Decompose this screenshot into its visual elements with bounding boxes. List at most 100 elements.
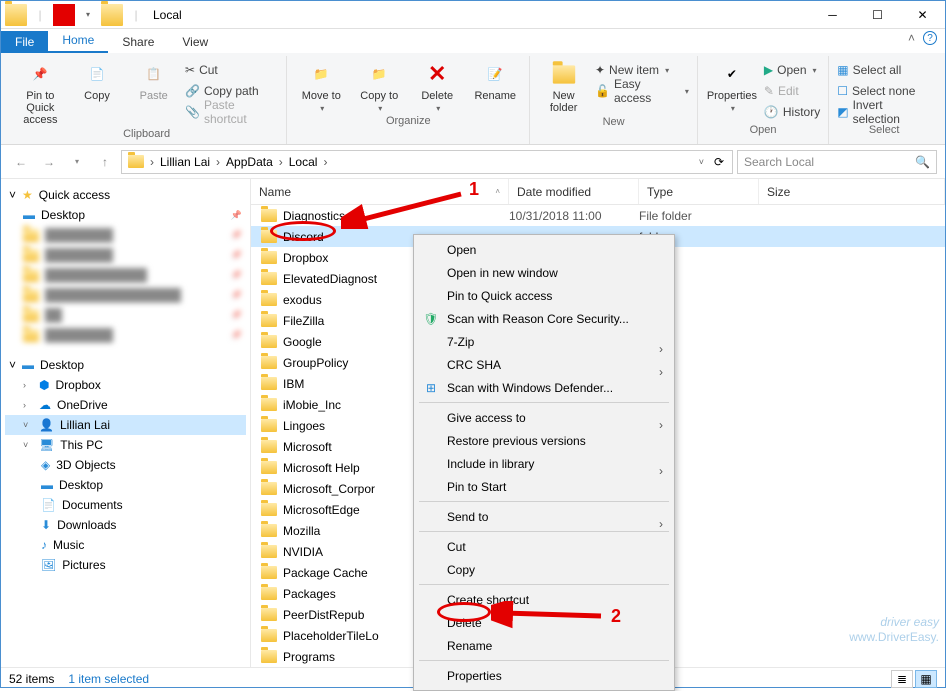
menu-item-crc-sha[interactable]: CRC SHA xyxy=(417,353,671,376)
menu-item-properties[interactable]: Properties xyxy=(417,664,671,687)
menu-item-pin-to-start[interactable]: Pin to Start xyxy=(417,475,671,498)
help-icon[interactable]: ? xyxy=(923,31,937,45)
nav-pinned-item[interactable]: ██ xyxy=(5,305,246,325)
paste-shortcut-button[interactable]: 📎Paste shortcut xyxy=(185,102,278,122)
pin-quick-access-button[interactable]: 📌Pin to Quick access xyxy=(15,58,66,126)
address-seg2[interactable]: AppData xyxy=(222,151,277,173)
address-seg1[interactable]: Lillian Lai xyxy=(156,151,214,173)
menu-item-copy[interactable]: Copy xyxy=(417,558,671,581)
refresh-button[interactable]: ⟳ xyxy=(708,151,730,173)
nav-pinned-item[interactable]: ████████ xyxy=(5,225,246,245)
address-dropdown-icon[interactable]: ˅ xyxy=(695,151,708,173)
qat-dropdown-icon[interactable]: ▾ xyxy=(77,4,99,26)
address-bar[interactable]: Lillian Lai AppData Local ˅ ⟳ xyxy=(121,150,733,174)
easy-access-button[interactable]: 🔓Easy access xyxy=(595,81,689,101)
address-root-icon[interactable] xyxy=(124,151,148,173)
tab-home[interactable]: Home xyxy=(48,29,108,53)
menu-item-rename[interactable]: Rename xyxy=(417,634,671,657)
nav-quick-access[interactable]: ˅★Quick access xyxy=(5,185,246,205)
edit-button[interactable]: ✎Edit xyxy=(764,81,820,101)
easyaccess-icon: 🔓 xyxy=(595,84,610,98)
nav-documents[interactable]: 📄Documents xyxy=(5,495,246,515)
folder-icon xyxy=(261,377,277,390)
selectnone-icon: ☐ xyxy=(837,84,848,98)
nav-pinned-desktop[interactable]: ▬Desktop xyxy=(5,205,246,225)
new-folder-button[interactable]: New folder xyxy=(538,58,589,114)
search-input[interactable]: Search Local 🔍 xyxy=(737,150,937,174)
copy-button[interactable]: 📄Copy xyxy=(72,58,123,102)
copy-to-button[interactable]: 📁Copy to xyxy=(353,58,405,113)
nav-dropbox[interactable]: ›⬢Dropbox xyxy=(5,375,246,395)
menu-item-send-to[interactable]: Send to xyxy=(417,505,671,528)
menu-item-include-in-library[interactable]: Include in library xyxy=(417,452,671,475)
file-name: Microsoft xyxy=(283,440,332,454)
history-button[interactable]: 🕐History xyxy=(764,102,820,122)
menu-item-7-zip[interactable]: 7-Zip xyxy=(417,330,671,353)
tab-share[interactable]: Share xyxy=(108,31,168,53)
nav-pictures[interactable]: 🖼Pictures xyxy=(5,555,246,575)
menu-item-create-shortcut[interactable]: Create shortcut xyxy=(417,588,671,611)
open-button[interactable]: ▶Open xyxy=(764,60,820,80)
properties-button[interactable]: ✔Properties xyxy=(706,58,758,113)
pc-icon: 🖥 xyxy=(39,438,54,452)
recent-dropdown[interactable]: ▾ xyxy=(65,150,89,174)
3d-icon: ◈ xyxy=(41,458,50,472)
folder-icon xyxy=(261,440,277,453)
nav-user-folder[interactable]: ˅👤Lillian Lai xyxy=(5,415,246,435)
history-icon: 🕐 xyxy=(764,105,779,119)
navigation-pane[interactable]: ˅★Quick access ▬Desktop ████████ ███████… xyxy=(1,179,251,667)
selectall-icon: ▦ xyxy=(837,63,848,77)
col-size[interactable]: Size xyxy=(759,179,945,204)
nav-music[interactable]: ♪Music xyxy=(5,535,246,555)
view-details-button[interactable]: ≣ xyxy=(891,670,913,688)
tab-file[interactable]: File xyxy=(1,31,48,53)
maximize-button[interactable]: ☐ xyxy=(855,1,900,29)
edit-icon: ✎ xyxy=(764,84,774,98)
nav-this-pc[interactable]: ˅🖥This PC xyxy=(5,435,246,455)
up-button[interactable]: ↑ xyxy=(93,150,117,174)
menu-item-open[interactable]: Open xyxy=(417,238,671,261)
menu-item-cut[interactable]: Cut xyxy=(417,535,671,558)
collapse-ribbon-icon[interactable]: ˄ xyxy=(908,31,915,45)
menu-item-pin-to-quick-access[interactable]: Pin to Quick access xyxy=(417,284,671,307)
forward-button[interactable]: → xyxy=(37,150,61,174)
nav-pinned-item[interactable]: ████████████████ xyxy=(5,285,246,305)
newitem-icon: ✦ xyxy=(595,63,605,77)
menu-item-delete[interactable]: Delete xyxy=(417,611,671,634)
back-button[interactable]: ← xyxy=(9,150,33,174)
address-seg3[interactable]: Local xyxy=(285,151,322,173)
folder-icon xyxy=(261,293,277,306)
nav-pinned-item[interactable]: ████████ xyxy=(5,325,246,345)
qat-checkbox-icon[interactable] xyxy=(53,4,75,26)
invert-selection-button[interactable]: ◩Invert selection xyxy=(837,102,931,122)
menu-item-give-access-to[interactable]: Give access to xyxy=(417,406,671,429)
tab-view[interactable]: View xyxy=(168,31,222,53)
view-icons-button[interactable]: ▦ xyxy=(915,670,937,688)
nav-onedrive[interactable]: ›☁OneDrive xyxy=(5,395,246,415)
close-button[interactable]: ✕ xyxy=(900,1,945,29)
nav-pinned-item[interactable]: ████████ xyxy=(5,245,246,265)
ribbon: 📌Pin to Quick access 📄Copy 📋Paste ✂Cut 🔗… xyxy=(1,53,945,145)
move-to-button[interactable]: 📁Move to xyxy=(295,58,347,113)
menu-item-open-in-new-window[interactable]: Open in new window xyxy=(417,261,671,284)
nav-3d-objects[interactable]: ◈3D Objects xyxy=(5,455,246,475)
cut-button[interactable]: ✂Cut xyxy=(185,60,278,80)
rename-button[interactable]: 📝Rename xyxy=(469,58,521,102)
nav-desktop2[interactable]: ▬Desktop xyxy=(5,475,246,495)
file-row[interactable]: Diagnostics10/31/2018 11:00File folder xyxy=(251,205,945,226)
nav-downloads[interactable]: ⬇Downloads xyxy=(5,515,246,535)
file-name: Diagnostics xyxy=(283,209,345,223)
nav-pinned-item[interactable]: ████████████ xyxy=(5,265,246,285)
select-all-button[interactable]: ▦Select all xyxy=(837,60,931,80)
col-type[interactable]: Type xyxy=(639,179,759,204)
delete-button[interactable]: ✕Delete xyxy=(411,58,463,113)
menu-item-restore-previous-versions[interactable]: Restore previous versions xyxy=(417,429,671,452)
paste-button[interactable]: 📋Paste xyxy=(128,58,179,102)
menu-item-scan-with-windows-defender-[interactable]: ⊞Scan with Windows Defender... xyxy=(417,376,671,399)
col-date[interactable]: Date modified xyxy=(509,179,639,204)
menu-item-scan-with-reason-core-security-[interactable]: 🛡Scan with Reason Core Security... xyxy=(417,307,671,330)
minimize-button[interactable]: ─ xyxy=(810,1,855,29)
nav-row: ← → ▾ ↑ Lillian Lai AppData Local ˅ ⟳ Se… xyxy=(1,145,945,179)
cut-icon: ✂ xyxy=(185,63,195,77)
nav-desktop[interactable]: ˅▬Desktop xyxy=(5,355,246,375)
